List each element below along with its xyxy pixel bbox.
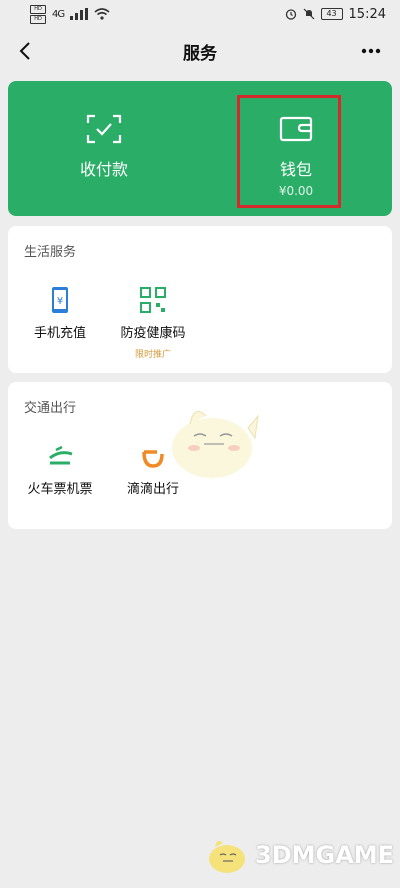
highlight-box: [237, 95, 341, 208]
svg-text:¥: ¥: [57, 296, 63, 307]
alarm-icon: [285, 9, 296, 20]
watermark-mascot-icon: [209, 840, 245, 873]
status-bar: HD HD 4G 43 15:24: [0, 0, 400, 28]
health-code-button[interactable]: 防疫健康码 限时推广: [103, 286, 203, 360]
pay-label: 收付款: [79, 160, 128, 179]
nav-bar: 服务: [0, 28, 400, 74]
mascot-watermark: [172, 411, 259, 478]
pay-receive-button[interactable]: 收付款: [8, 81, 200, 216]
promo-badge: 限时推广: [134, 350, 171, 360]
clock: 15:24: [348, 6, 386, 22]
signal-icon: [70, 8, 89, 20]
page-title: 服务: [183, 43, 217, 64]
back-button[interactable]: [10, 36, 40, 66]
life-services-section: 生活服务 ¥ 手机充值 防疫健康码 限时推广: [8, 226, 392, 373]
scan-check-icon: [86, 114, 122, 144]
watermark: 3DMGAME: [205, 830, 395, 880]
train-ticket-button[interactable]: 火车票机票: [10, 442, 110, 497]
status-right: 43 15:24: [285, 7, 386, 22]
hd-icon: HD HD: [30, 4, 46, 24]
phone-yuan-icon: ¥: [52, 287, 68, 313]
qr-code-icon: [140, 287, 166, 313]
tile-label: 防疫健康码: [120, 326, 186, 341]
section-title: 交通出行: [24, 401, 77, 416]
more-icon: [361, 48, 381, 54]
watermark-text: 3DMGAME: [255, 841, 395, 869]
chevron-left-icon: [19, 42, 30, 60]
status-left: HD HD 4G: [30, 4, 110, 24]
more-button[interactable]: [356, 36, 386, 66]
battery-icon: 43: [320, 8, 343, 20]
tile-label: 火车票机票: [27, 482, 93, 497]
section-title: 生活服务: [24, 245, 77, 260]
mute-icon: [303, 8, 314, 20]
tile-label: 手机充值: [33, 326, 86, 341]
signal-label: 4G: [52, 8, 65, 20]
wifi-icon: [94, 8, 110, 20]
train-icon: [49, 445, 73, 465]
mobile-recharge-button[interactable]: ¥ 手机充值: [10, 286, 110, 341]
